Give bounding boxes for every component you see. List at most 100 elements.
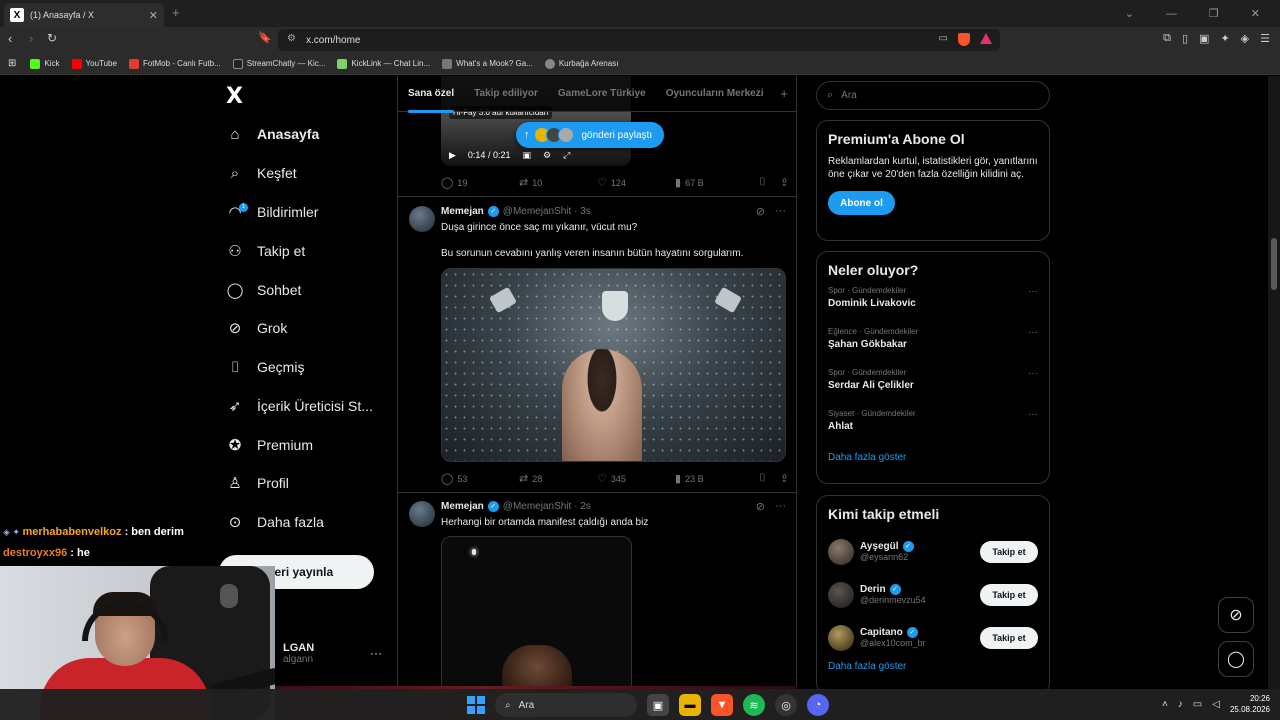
volume-icon[interactable]: ◁ (1212, 699, 1220, 710)
post-image[interactable] (441, 268, 786, 462)
minimize-icon[interactable]: — (1166, 8, 1177, 20)
address-bar[interactable]: ⚙ x.com/home ▭ (278, 29, 1000, 51)
sidebar-item-profile[interactable]: ♙ Profil (226, 471, 289, 495)
follow-button[interactable]: Takip et (980, 583, 1038, 606)
bookmark-fotmob[interactable]: FotMob - Canlı Futb... (128, 58, 221, 69)
scrollbar-thumb[interactable] (1271, 238, 1277, 290)
follow-button[interactable]: Takip et (980, 540, 1038, 563)
share-icon[interactable]: ⇪ (780, 176, 789, 189)
trend-item[interactable]: Spor · Gündemdekiler Serdar Ali Çelikler… (828, 368, 1038, 409)
system-clock[interactable]: 20:26 25.08.2026 (1230, 693, 1270, 715)
author-name[interactable]: Memejan (441, 206, 484, 217)
brave-rewards-icon[interactable] (980, 33, 992, 44)
more-options-icon[interactable]: ··· (775, 205, 786, 218)
sidebar-item-grok[interactable]: ⊘ Grok (226, 316, 288, 340)
trend-item[interactable]: Spor · Gündemdekiler Dominik Livakovic ·… (828, 286, 1038, 327)
search-input[interactable]: ⌕ Ara (816, 81, 1050, 110)
bookmark-mook[interactable]: What's a Mook? Ga... (442, 58, 533, 69)
bookmark-youtube[interactable]: YouTube (71, 58, 117, 69)
new-posts-pill[interactable]: ↑ gönderi paylaştı (516, 122, 665, 148)
tab-gamelore[interactable]: GameLore Türkiye (548, 88, 656, 99)
sidebar-item-home[interactable]: ⌂ Anasayfa (226, 122, 319, 146)
tab-oyuncularin-merkezi[interactable]: Oyuncuların Merkezi (656, 88, 774, 99)
maximize-icon[interactable]: ❐ (1209, 7, 1219, 20)
sidebar-item-creator-studio[interactable]: ➶ İçerik Üreticisi St... (226, 394, 373, 418)
sidebar-item-notifications[interactable]: ◠ 1 Bildirimler (226, 200, 318, 224)
reload-icon[interactable]: ↻ (47, 31, 57, 45)
sidebar-item-follow[interactable]: ⚇ Takip et (226, 239, 305, 263)
avatar[interactable] (828, 624, 854, 651)
sidebar-item-bookmarks[interactable]: ⌷ Geçmiş (226, 355, 304, 379)
brave-shields-icon[interactable] (958, 33, 970, 46)
cast-icon[interactable]: ▭ (939, 33, 948, 46)
vpn-icon[interactable]: ◈ (1241, 32, 1249, 45)
bookmark-post-icon[interactable]: ⌷ (759, 472, 766, 485)
task-view-icon[interactable]: ▣ (647, 694, 669, 716)
tab-close-icon[interactable]: ✕ (149, 9, 158, 22)
back-icon[interactable]: ‹ (8, 31, 12, 46)
like-button[interactable]: ♡ 124 (597, 176, 675, 189)
tab-list-icon[interactable]: ⌄ (1125, 7, 1134, 20)
bookmark-kicklink[interactable]: KickLink — Chat Lin... (337, 58, 430, 69)
subscribe-button[interactable]: Abone ol (828, 191, 895, 215)
sidebar-toggle-icon[interactable]: ▯ (1182, 32, 1188, 45)
trends-show-more-link[interactable]: Daha fazla göster (828, 452, 1038, 463)
avatar[interactable] (409, 501, 435, 527)
wallet-icon[interactable]: ▣ (1199, 32, 1209, 45)
repost-button[interactable]: ⇄ 10 (519, 176, 597, 189)
like-button[interactable]: ♡ 345 (597, 472, 675, 485)
share-icon[interactable]: ⇪ (780, 472, 789, 485)
discord-icon[interactable]: ◔ (807, 694, 829, 716)
leo-ai-icon[interactable]: ✦ (1220, 32, 1229, 45)
repost-button[interactable]: ⇄ 28 (519, 472, 597, 485)
sidebar-item-premium[interactable]: ✪ Premium (226, 433, 313, 457)
file-explorer-icon[interactable]: ▬ (679, 694, 701, 716)
grok-float-button[interactable]: ⊘ (1218, 597, 1254, 633)
views-button[interactable]: ▮ 23 B (675, 472, 753, 485)
more-options-icon[interactable]: ··· (1028, 409, 1038, 420)
scrollbar[interactable] (1268, 76, 1280, 689)
bookmark-page-icon[interactable]: 🔖 (258, 31, 272, 44)
bookmark-kurbaga[interactable]: Kurbağa Arenası (544, 58, 618, 69)
grok-explain-icon[interactable]: ⊘ (756, 500, 765, 513)
obs-icon[interactable]: ◎ (775, 694, 797, 716)
bookmark-post-icon[interactable]: ⌷ (759, 176, 766, 189)
add-tab-icon[interactable]: + (780, 86, 796, 101)
follow-show-more-link[interactable]: Daha fazla göster (828, 661, 1038, 672)
trend-item[interactable]: Eğlence · Gündemdekiler Şahan Gökbakar ·… (828, 327, 1038, 368)
more-options-icon[interactable]: ··· (1028, 327, 1038, 338)
new-tab-button[interactable]: + (172, 5, 180, 20)
follow-suggestion[interactable]: Capitano ✓ @alex10com_br Takip et (828, 616, 1038, 659)
author-handle[interactable]: @MemejanShit · 3s (503, 206, 591, 217)
network-icon[interactable]: ▭ (1193, 699, 1202, 710)
bookmark-kick[interactable]: Kick (30, 58, 60, 69)
tab-following[interactable]: Takip ediliyor (464, 88, 548, 99)
follow-suggestion[interactable]: Ayşegül ✓ @eysann62 Takip et (828, 530, 1038, 573)
tray-chevron-icon[interactable]: ˄ (1162, 699, 1168, 710)
microphone-icon[interactable]: ♪ (1178, 699, 1183, 710)
views-button[interactable]: ▮ 67 B (675, 176, 753, 189)
messages-float-button[interactable]: ◯ (1218, 641, 1254, 677)
fullscreen-icon[interactable]: ⤢ (563, 150, 570, 161)
author-name[interactable]: Memejan (441, 501, 484, 512)
sidebar-item-more[interactable]: ⊙ Daha fazla (226, 510, 324, 534)
follow-button[interactable]: Takip et (980, 626, 1038, 649)
avatar[interactable] (409, 206, 435, 232)
trend-item[interactable]: Siyaset · Gündemdekiler Ahlat ··· (828, 409, 1038, 450)
more-options-icon[interactable]: ··· (1028, 286, 1038, 297)
site-info-icon[interactable]: ⚙ (287, 33, 296, 44)
avatar[interactable] (828, 538, 854, 565)
extensions-icon[interactable]: ⧉ (1163, 32, 1171, 45)
more-options-icon[interactable]: ··· (1028, 368, 1038, 379)
play-icon[interactable]: ▶ (449, 150, 456, 161)
reply-button[interactable]: ◯ 19 (441, 176, 519, 189)
follow-suggestion[interactable]: Derin ✓ @derinmevzu54 Takip et (828, 573, 1038, 616)
browser-tab[interactable]: X (1) Anasayfa / X ✕ (4, 3, 164, 27)
tab-for-you[interactable]: Sana özel (398, 88, 464, 113)
spotify-icon[interactable]: ≋ (743, 694, 765, 716)
reply-button[interactable]: ◯ 53 (441, 472, 519, 485)
post-video[interactable] (441, 536, 632, 689)
x-logo[interactable]: X (226, 84, 243, 109)
sidebar-item-chat[interactable]: ◯ Sohbet (226, 278, 302, 302)
menu-icon[interactable]: ☰ (1260, 32, 1270, 45)
